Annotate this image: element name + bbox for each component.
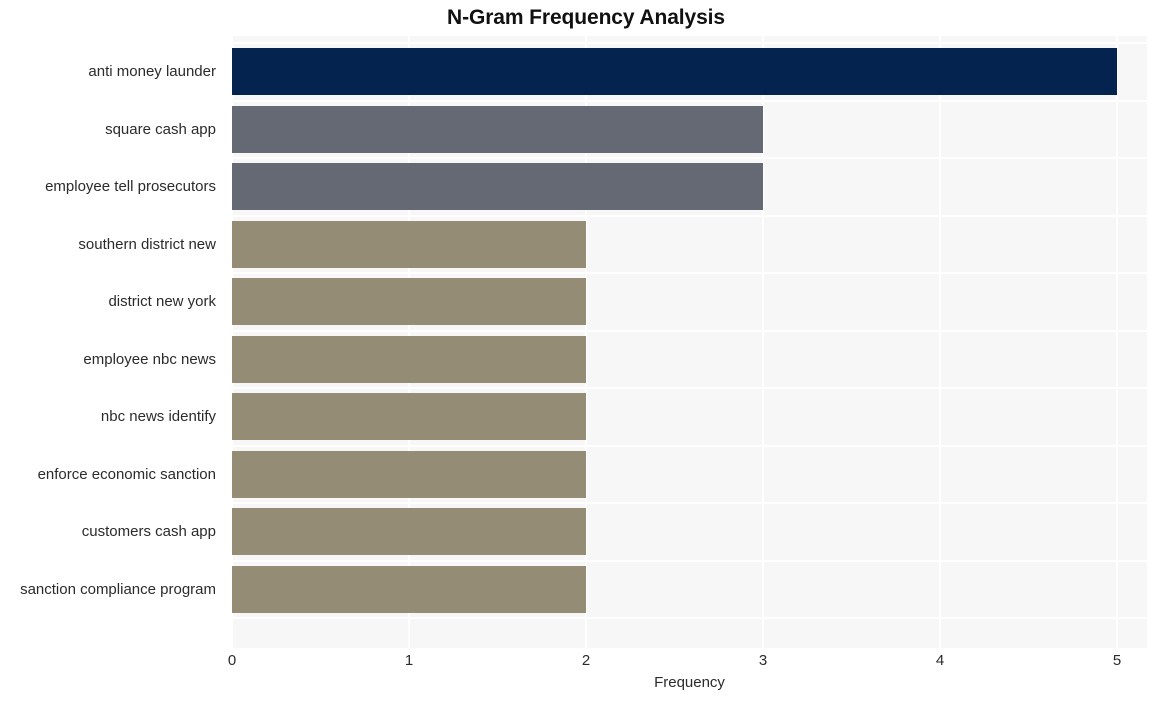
x-axis-tick-label: 4: [935, 652, 945, 669]
bar: [232, 220, 586, 268]
bar-series: [232, 36, 1147, 648]
y-axis-tick-label: employee nbc news: [83, 350, 216, 368]
y-axis-tick-label: customers cash app: [81, 523, 216, 540]
x-axis-tick-labels: 0 1 2 3 4 5: [0, 652, 1172, 676]
y-axis-tick-label: district new york: [108, 293, 216, 310]
bar: [232, 508, 586, 555]
x-axis-title: Frequency: [654, 674, 725, 691]
plot-area: [231, 36, 1147, 648]
x-axis-tick-label: 3: [758, 652, 768, 669]
x-axis-tick-label: 0: [227, 652, 237, 669]
bar: [232, 105, 763, 153]
ngram-frequency-chart: N-Gram Frequency Analysis anti money lau…: [0, 0, 1172, 701]
y-axis-tick-label: anti money launder: [88, 63, 216, 80]
bar: [232, 278, 586, 325]
bar: [232, 393, 586, 440]
chart-title: N-Gram Frequency Analysis: [447, 6, 725, 29]
bar: [232, 163, 763, 210]
y-axis-tick-label: southern district new: [78, 235, 216, 253]
y-axis-tick-label: enforce economic sanction: [37, 465, 216, 483]
bar: [232, 450, 586, 498]
bar: [232, 565, 586, 613]
y-axis-tick-label: nbc news identify: [100, 408, 216, 425]
bar: [232, 48, 1117, 95]
x-axis-tick-label: 5: [1112, 652, 1122, 669]
x-axis-tick-label: 2: [581, 652, 591, 669]
y-axis-tick-label: square cash app: [105, 120, 216, 138]
y-axis-tick-labels: anti money launder square cash app employe…: [0, 36, 224, 648]
y-axis-tick-label: employee tell prosecutors: [45, 178, 216, 195]
y-axis-tick-label: sanction compliance program: [20, 580, 216, 598]
x-axis-tick-label: 1: [404, 652, 414, 669]
bar: [232, 335, 586, 383]
